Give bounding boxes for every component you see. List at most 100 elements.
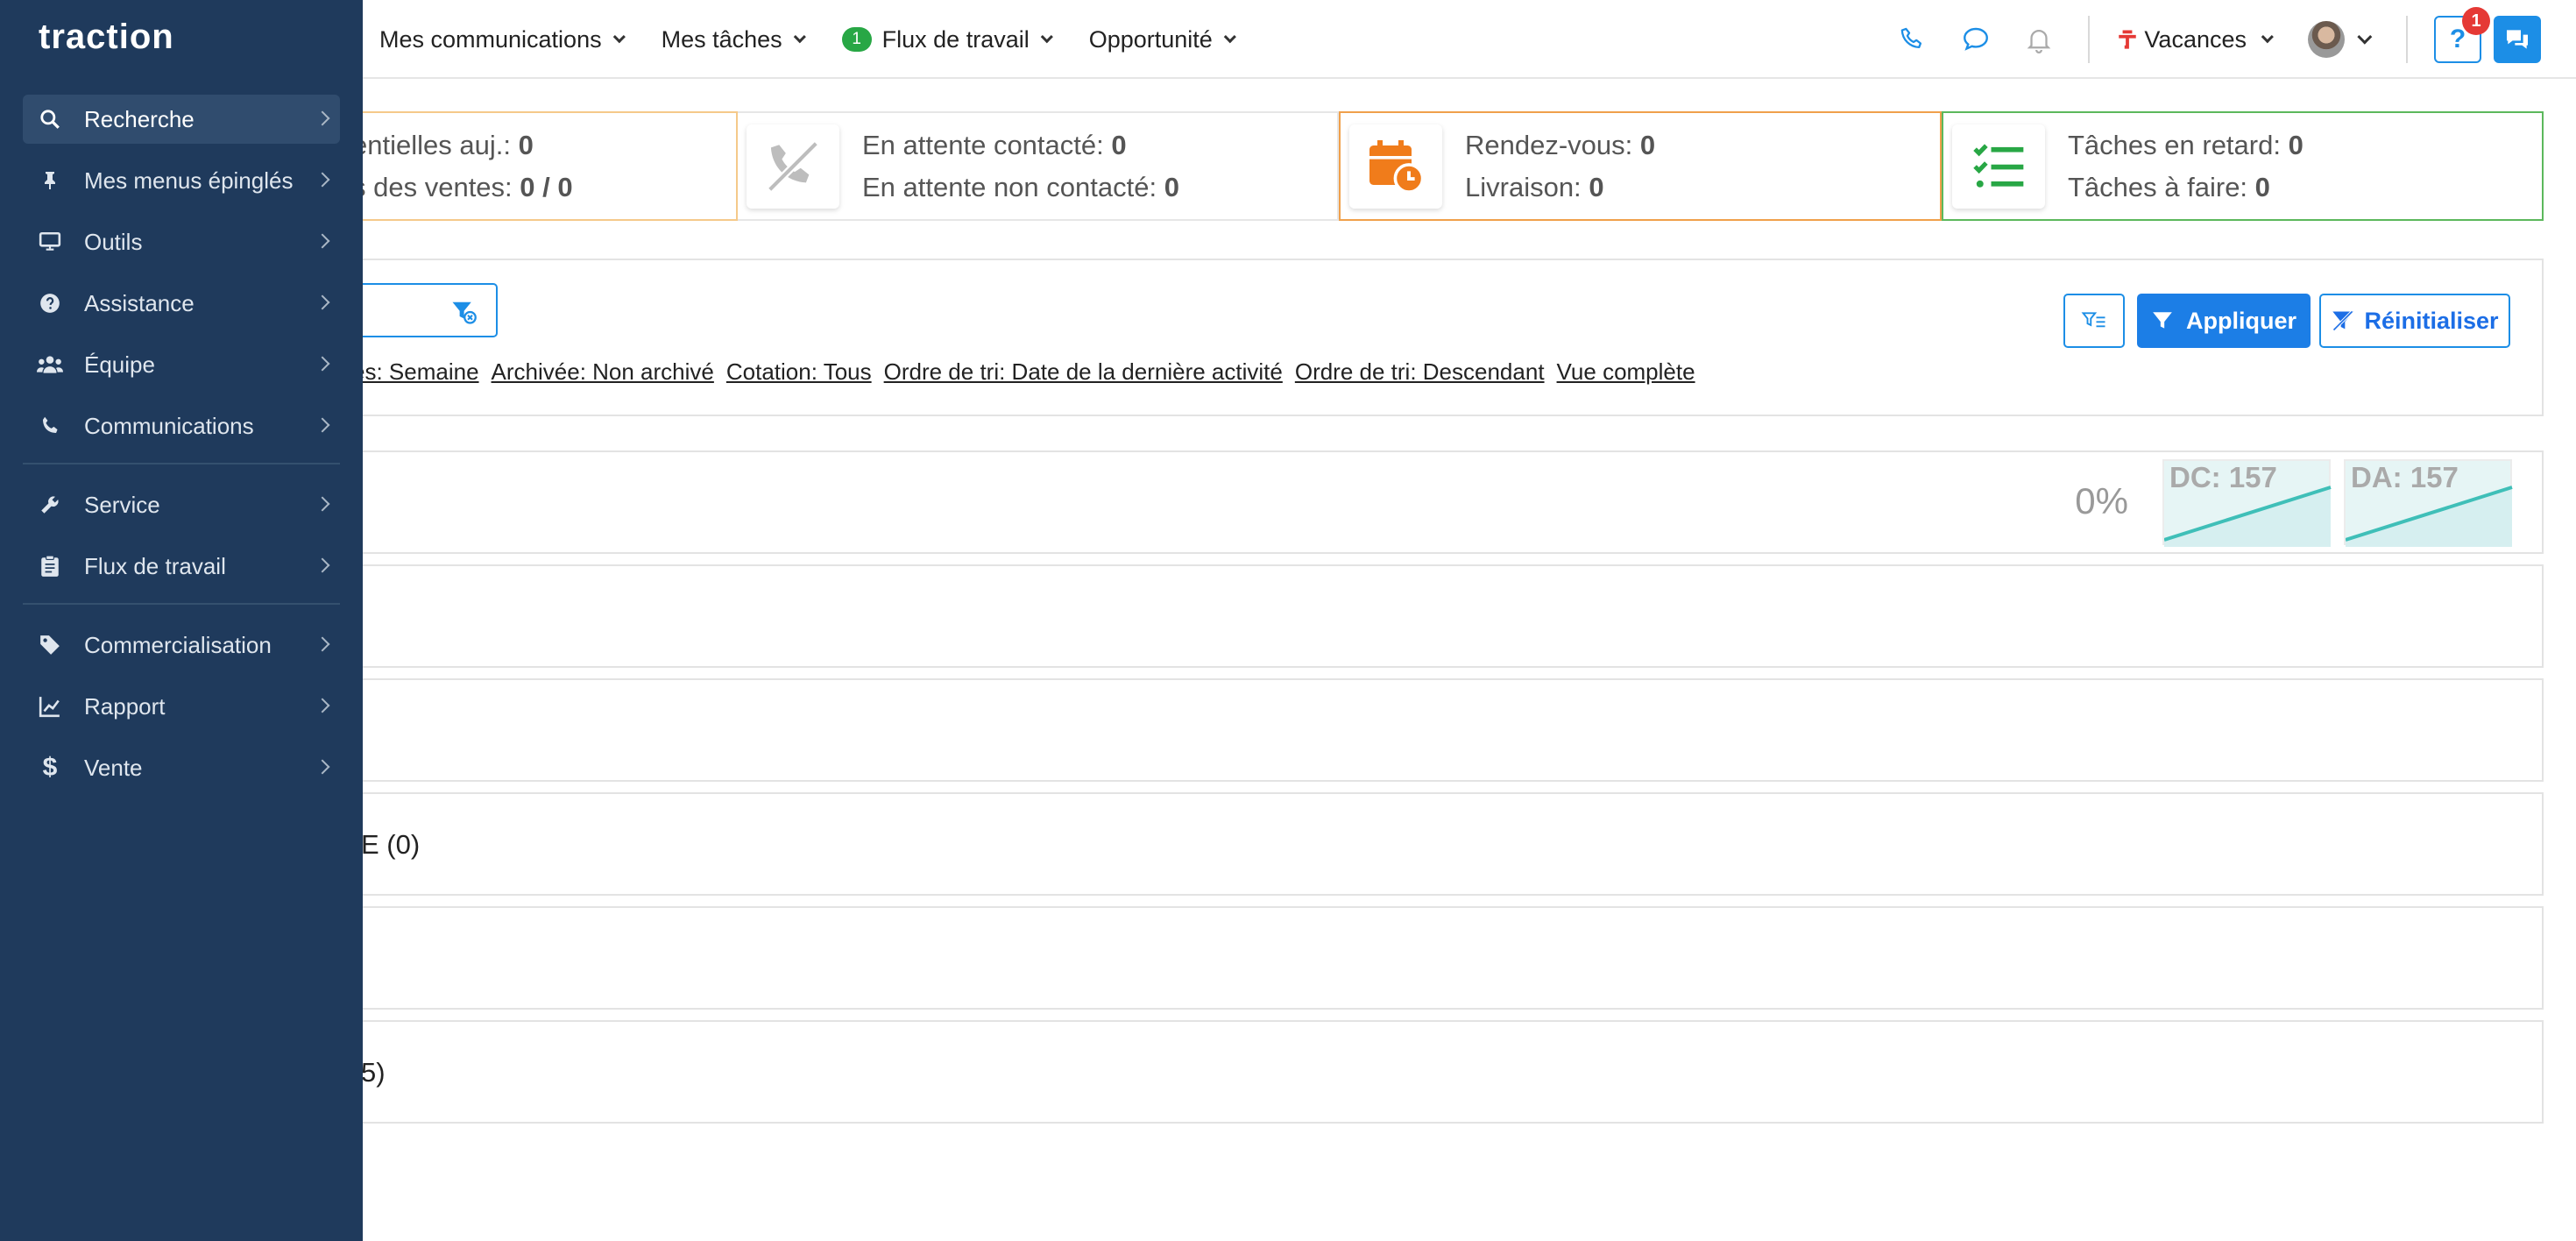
stat-value: 0 / 0 (520, 171, 573, 202)
sidebar-item-rapport[interactable]: Rapport (23, 682, 340, 731)
stat-value: 0 (1639, 129, 1656, 160)
chevron-right-icon (315, 496, 330, 512)
sidebar-item-vente[interactable]: $ Vente (23, 743, 340, 792)
stat-card-tasks[interactable]: Tâches en retard: 0 Tâches à faire: 0 (1942, 111, 2544, 221)
chevron-right-icon (315, 636, 330, 652)
chat-bubble-icon[interactable] (1953, 17, 1999, 62)
filter-list-icon (2081, 312, 2105, 328)
da-label: DA: 157 (2351, 461, 2459, 493)
tag-icon (37, 632, 63, 658)
sidebar-item-equipe[interactable]: Équipe (23, 340, 340, 389)
reset-label: Réinitialiser (2364, 307, 2499, 334)
sidebar-item-assistance[interactable]: Assistance (23, 279, 340, 328)
stat-value: 0 (1164, 171, 1179, 202)
nav-flux-de-travail[interactable]: 1 Flux de travail (841, 25, 1053, 53)
sidebar-item-communications[interactable]: Communications (23, 401, 340, 450)
line-chart-icon (37, 693, 63, 720)
sidebar-item-flux-de-travail[interactable]: Flux de travail (23, 542, 340, 591)
phone-icon[interactable] (1890, 17, 1936, 62)
pin-icon (37, 167, 63, 194)
chevron-down-icon (793, 31, 806, 44)
nav-label: Mes tâches (661, 25, 782, 53)
calendar-clock-icon (1349, 124, 1442, 209)
dc-sparkline[interactable]: DC: 157 (2162, 459, 2332, 547)
sidebar-item-label: Mes menus épinglés (84, 167, 294, 194)
reset-button[interactable]: Réinitialiser (2319, 294, 2510, 348)
umbrella-icon (2119, 30, 2137, 49)
sidebar-item-label: Vente (84, 754, 143, 781)
search-icon (37, 106, 63, 132)
filter-chip[interactable]: Ordre de tri: Descendant (1295, 358, 1545, 386)
sidebar-item-commercialisation[interactable]: Commercialisation (23, 620, 340, 670)
help-button[interactable]: ? 1 (2434, 7, 2490, 63)
sidebar-item-outils[interactable]: Outils (23, 217, 340, 266)
filter-clear-icon[interactable] (450, 299, 477, 325)
list-section[interactable] (0, 678, 2544, 782)
menu-divider (23, 463, 340, 464)
wrench-icon (37, 492, 63, 518)
stat-card-waiting[interactable]: En attente contacté: 0 En attente non co… (738, 111, 1339, 221)
completion-percent: 0% (2075, 480, 2128, 521)
stat-label: Tâches à faire: (2068, 171, 2248, 202)
logo[interactable]: traction (39, 18, 174, 57)
stat-text: Tâches en retard: 0 Tâches à faire: 0 (2068, 124, 2304, 209)
filter-chip[interactable]: es: Semaine (352, 358, 479, 386)
stat-label: Livraison: (1465, 171, 1582, 202)
messages-button[interactable] (2494, 16, 2541, 63)
sidebar-item-label: Assistance (84, 289, 195, 316)
sidebar-item-service[interactable]: Service (23, 480, 340, 529)
top-right-actions: Vacances ? 1 (1872, 0, 2541, 79)
sidebar-item-label: Service (84, 491, 160, 518)
chevron-down-icon[interactable] (2357, 29, 2373, 45)
summary-row[interactable]: 0% DC: 157 DA: 157 (0, 450, 2544, 554)
section-title: E (0) (361, 829, 421, 860)
filter-chip[interactable]: Ordre de tri: Date de la dernière activi… (884, 358, 1283, 386)
sidebar-item-label: Commercialisation (84, 631, 272, 658)
sidebar-item-recherche[interactable]: Recherche (23, 95, 340, 144)
stat-card-appointments[interactable]: Rendez-vous: 0 Livraison: 0 (1339, 111, 1942, 221)
list-section[interactable] (0, 906, 2544, 1010)
sidebar-item-label: Rapport (84, 692, 166, 720)
chevron-down-icon (1040, 31, 1053, 44)
help-notification-badge: 1 (2462, 7, 2490, 35)
avatar[interactable] (2308, 21, 2345, 58)
list-section[interactable]: 5) (0, 1020, 2544, 1124)
stat-label: entielles auj.: (352, 129, 511, 160)
filter-options-button[interactable] (2063, 294, 2125, 348)
stat-label: En attente contacté: (862, 129, 1104, 160)
stat-cards: entielles auj.: 0 s des ventes: 0 / 0 En… (0, 111, 2544, 221)
chevron-right-icon (315, 557, 330, 573)
chevron-right-icon (315, 110, 330, 126)
bell-icon[interactable] (2016, 17, 2062, 62)
section-title: 5) (361, 1057, 386, 1088)
menu-divider (23, 603, 340, 605)
apply-button[interactable]: Appliquer (2137, 294, 2311, 348)
nav-mes-taches[interactable]: Mes tâches (661, 25, 806, 53)
nav-label: Opportunité (1088, 25, 1213, 53)
vacances-dropdown[interactable]: Vacances (2116, 26, 2274, 53)
apply-label: Appliquer (2186, 307, 2296, 334)
list-section[interactable] (0, 564, 2544, 668)
messages-icon (2507, 30, 2528, 49)
sidebar-item-label: Communications (84, 412, 254, 439)
nav-label: Flux de travail (881, 25, 1030, 53)
question-circle-icon (37, 290, 63, 316)
chevron-down-icon (2261, 31, 2274, 44)
filter-chip[interactable]: Vue complète (1557, 358, 1695, 386)
stat-text: Rendez-vous: 0 Livraison: 0 (1465, 124, 1655, 209)
chevron-right-icon (315, 417, 330, 433)
nav-opportunite[interactable]: Opportunité (1088, 25, 1236, 53)
filter-chip[interactable]: Archivée: Non archivé (492, 358, 714, 386)
chevron-right-icon (315, 356, 330, 372)
filter-chip[interactable]: Cotation: Tous (726, 358, 872, 386)
chevron-down-icon (612, 31, 626, 44)
stat-value: 0 (1589, 171, 1604, 202)
stat-value: 0 (1111, 129, 1127, 160)
nav-mes-communications[interactable]: Mes communications (379, 26, 626, 53)
chevron-down-icon (1223, 31, 1236, 44)
da-sparkline[interactable]: DA: 157 (2344, 459, 2513, 547)
chevron-right-icon (315, 294, 330, 310)
top-navigation: Mes communications Mes tâches 1 Flux de … (379, 0, 1236, 79)
sidebar-item-menus-epingles[interactable]: Mes menus épinglés (23, 156, 340, 205)
list-section[interactable]: E (0) (0, 792, 2544, 896)
